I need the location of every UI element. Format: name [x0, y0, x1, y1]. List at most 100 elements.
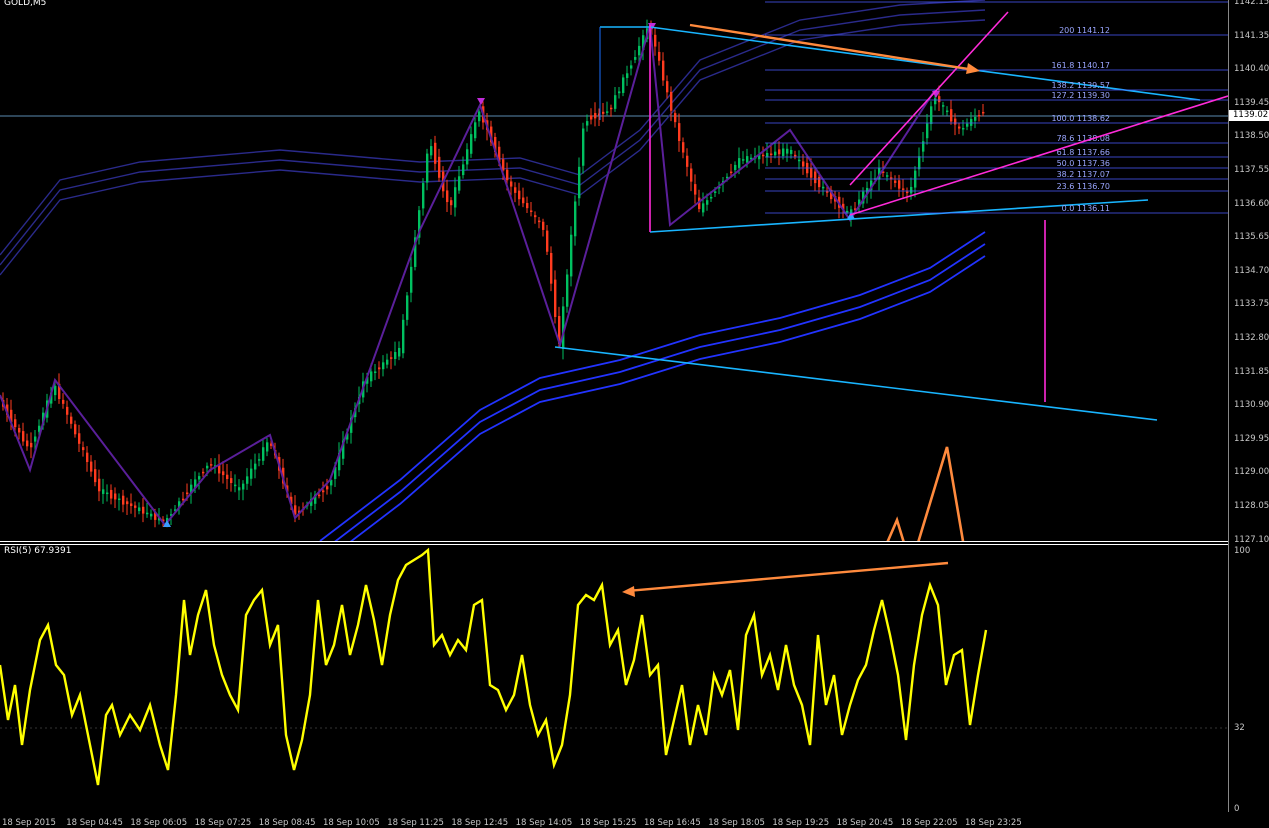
- orange-wave-sketch: [886, 446, 965, 541]
- candle-body: [250, 468, 253, 479]
- rsi-divergence-arrow: [626, 561, 949, 593]
- candle-body: [930, 106, 933, 125]
- candle-body: [134, 505, 137, 508]
- candle-body: [14, 419, 17, 428]
- candle-body: [982, 111, 985, 114]
- price-axis-label: 1141.35: [1234, 30, 1269, 41]
- rsi-title: RSI(5) 67.9391: [4, 546, 72, 556]
- candle-body: [406, 295, 409, 320]
- candle-body: [634, 57, 637, 60]
- candle-body: [186, 492, 189, 495]
- candle-body: [798, 159, 801, 162]
- candle-body: [802, 161, 805, 167]
- candle-body: [630, 65, 633, 69]
- time-axis-label: 18 Sep 14:05: [515, 818, 573, 828]
- candle-body: [470, 134, 473, 154]
- envelope-band: [0, 19, 986, 276]
- candle-body: [530, 210, 533, 212]
- candle-body: [526, 202, 529, 209]
- candle-body: [714, 191, 717, 193]
- candle-body: [974, 116, 977, 121]
- candle-body: [706, 200, 709, 205]
- candle-body: [122, 495, 125, 505]
- candle-body: [674, 113, 677, 123]
- rsi-chart[interactable]: [0, 545, 1228, 815]
- price-axis-label: 1133.75: [1234, 299, 1269, 310]
- fib-level-label: 0.0 1136.11: [1062, 204, 1110, 213]
- fib-level-label: 23.6 1136.70: [1057, 182, 1110, 191]
- price-chart[interactable]: 238.2 1142.08 200 1141.12 161.8 1140.17 138…: [0, 0, 1228, 541]
- candle-body: [618, 91, 621, 94]
- candle-body: [542, 221, 545, 230]
- candle-body: [738, 158, 741, 168]
- candle-body: [434, 142, 437, 164]
- pane-separator-top[interactable]: [0, 541, 1228, 542]
- candle-body: [370, 371, 373, 382]
- candle-body: [66, 406, 69, 415]
- candle-body: [626, 73, 629, 78]
- candle-body: [958, 126, 961, 129]
- ma-ribbon-line: [349, 255, 986, 541]
- candle-body: [778, 149, 781, 155]
- candle-body: [902, 188, 905, 190]
- time-axis-label: 18 Sep 08:45: [258, 818, 316, 828]
- candle-body: [670, 91, 673, 111]
- candle-body: [226, 474, 229, 480]
- candle-body: [18, 427, 21, 433]
- candle-body: [374, 371, 377, 373]
- price-axis-label: 1140.40: [1234, 64, 1269, 75]
- candle-body: [918, 156, 921, 170]
- candle-body: [886, 175, 889, 177]
- candle-body: [438, 156, 441, 178]
- candle-body: [566, 274, 569, 307]
- candle-body: [590, 115, 593, 120]
- candle-body: [578, 166, 581, 199]
- candle-body: [478, 111, 481, 122]
- candle-body: [138, 507, 141, 512]
- rsi-axis-0: 0: [1234, 804, 1240, 814]
- candle-body: [402, 319, 405, 354]
- candle-body: [246, 476, 249, 484]
- candle-body: [222, 471, 225, 476]
- candle-body: [98, 478, 101, 492]
- candle-body: [770, 153, 773, 156]
- candle-body: [430, 146, 433, 156]
- price-axis-label: 1142.15: [1234, 0, 1269, 7]
- time-axis-label: 18 Sep 2015: [2, 818, 56, 828]
- time-axis-label: 18 Sep 12:45: [451, 818, 509, 828]
- price-axis-label: 1138.50: [1234, 131, 1269, 142]
- fib-level-label: 50.0 1137.36: [1057, 159, 1110, 168]
- candle-body: [746, 156, 749, 163]
- candle-body: [614, 95, 617, 109]
- candle-body: [502, 159, 505, 171]
- candle-body: [318, 494, 321, 497]
- channel-upper-line: [600, 26, 1201, 101]
- candle-body: [774, 151, 777, 156]
- candle-body: [582, 128, 585, 166]
- candle-body: [518, 190, 521, 200]
- candle-body: [322, 490, 325, 493]
- candle-body: [254, 463, 257, 470]
- candle-body: [962, 127, 965, 130]
- candle-body: [610, 107, 613, 110]
- candle-body: [466, 149, 469, 165]
- candle-body: [142, 506, 145, 514]
- current-price-tag: 1139.02: [1229, 110, 1269, 121]
- candle-body: [938, 96, 941, 103]
- candle-body: [822, 186, 825, 189]
- candle-body: [266, 442, 269, 452]
- candle-body: [826, 191, 829, 193]
- candle-body: [658, 51, 661, 61]
- candle-body: [734, 164, 737, 171]
- candle-body: [378, 367, 381, 370]
- candle-body: [762, 154, 765, 157]
- price-axis-label: 1135.65: [1234, 232, 1269, 243]
- candle-body: [514, 187, 517, 193]
- fib-level-label: 200 1141.12: [1059, 26, 1110, 35]
- candle-body: [410, 266, 413, 293]
- fib-level-label: 38.2 1137.07: [1057, 170, 1110, 179]
- candle-body: [26, 440, 29, 447]
- candle-body: [662, 60, 665, 81]
- candle-body: [242, 483, 245, 490]
- candle-body: [90, 461, 93, 472]
